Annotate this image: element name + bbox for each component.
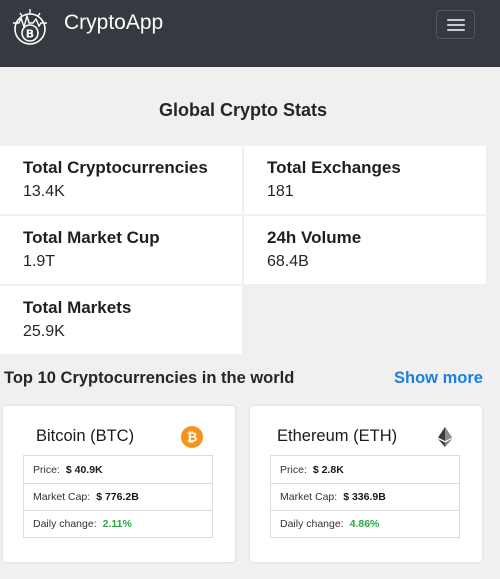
daily-change-value: 2.11%: [102, 518, 132, 530]
bitcoin-icon: ₿: [181, 426, 203, 448]
price-label: Price:: [280, 463, 307, 476]
stat-value: 181: [267, 183, 294, 200]
hamburger-icon-bar: [447, 24, 465, 26]
price-value: $ 2.8K: [312, 463, 344, 476]
stat-value: 25.9K: [23, 323, 65, 340]
stat-label: Total Market Cup: [23, 228, 160, 247]
stat-label: 24h Volume: [267, 228, 362, 247]
market-cap-value: $ 776.2B: [96, 491, 139, 503]
stat-card-total-exchanges: Total Exchanges 181: [244, 146, 486, 214]
coin-market-cap-row: Market Cap: $ 336.9B: [271, 483, 459, 510]
stat-card-total-markets: Total Markets 25.9K: [0, 286, 242, 354]
brand-name[interactable]: CryptoApp: [64, 11, 163, 35]
show-more-link[interactable]: Show more: [394, 369, 483, 388]
price-value: $ 40.9K: [65, 463, 103, 476]
stat-card-24h-volume: 24h Volume 68.4B: [244, 216, 486, 284]
coin-name[interactable]: Ethereum (ETH): [277, 427, 397, 446]
svg-text:B: B: [26, 28, 34, 41]
coin-daily-change-row: Daily change: 2.11%: [24, 510, 212, 537]
coin-stats-table: Price: $ 40.9K Market Cap: $ 776.2B Dail…: [23, 455, 213, 538]
market-cap-label: Market Cap:: [33, 491, 91, 503]
coin-card-bitcoin[interactable]: Bitcoin (BTC) ₿ Price: $ 40.9K Market Ca…: [3, 406, 235, 562]
stats-title: Global Crypto Stats: [158, 100, 328, 120]
stat-value: 13.4K: [23, 183, 65, 200]
market-cap-label: Market Cap:: [280, 491, 338, 503]
coin-stats-table: Price: $ 2.8K Market Cap: $ 336.9B Daily…: [270, 455, 460, 538]
stat-label: Total Exchanges: [267, 158, 401, 177]
stat-label: Total Markets: [23, 298, 132, 317]
coin-daily-change-row: Daily change: 4.86%: [271, 510, 459, 537]
coin-price-row: Price: $ 2.8K: [271, 456, 459, 483]
hamburger-icon-bar: [447, 19, 465, 21]
svg-text:₿: ₿: [187, 431, 198, 446]
stat-value: 68.4B: [267, 253, 309, 270]
daily-change-value: 4.86%: [349, 518, 380, 530]
ethereum-icon: [438, 427, 452, 447]
stat-card-total-cryptocurrencies: Total Cryptocurrencies 13.4K: [0, 146, 242, 214]
price-label: Price:: [33, 463, 60, 476]
daily-change-label: Daily change:: [33, 518, 97, 530]
coin-price-row: Price: $ 40.9K: [24, 456, 212, 483]
stat-label: Total Cryptocurrencies: [23, 158, 208, 177]
stat-card-total-market-cap: Total Market Cup 1.9T: [0, 216, 242, 284]
hamburger-icon-bar: [447, 29, 465, 31]
coin-market-cap-row: Market Cap: $ 776.2B: [24, 483, 212, 510]
daily-change-label: Daily change:: [280, 518, 344, 530]
market-cap-value: $ 336.9B: [343, 491, 386, 503]
coin-card-ethereum[interactable]: Ethereum (ETH) Price: $ 2.8K Market Cap:…: [250, 406, 482, 562]
top-cryptos-title: Top 10 Cryptocurrencies in the world: [4, 369, 295, 387]
crypto-logo-icon[interactable]: B: [10, 7, 50, 47]
navbar: B CryptoApp: [0, 0, 500, 67]
stat-value: 1.9T: [23, 253, 56, 270]
menu-toggle-button[interactable]: [436, 10, 475, 39]
coin-name[interactable]: Bitcoin (BTC): [36, 427, 134, 446]
